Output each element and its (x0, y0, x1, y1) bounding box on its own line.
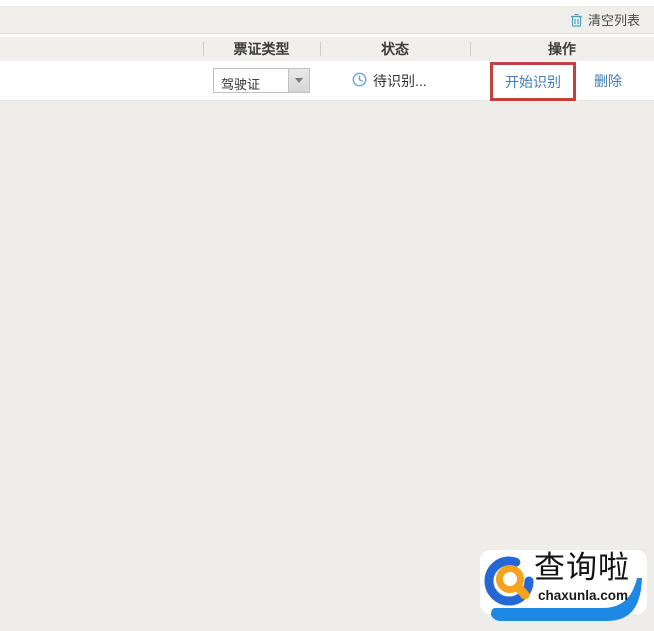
header-label-status: 状态 (381, 41, 409, 57)
status-text: 待识别... (373, 72, 427, 89)
watermark-logo: 查询啦 chaxunla.com (479, 548, 649, 626)
app-window: 清空列表 票证类型 状态 操作 驾驶证 待识别... 开始识别 删除 查询啦 c… (0, 0, 654, 631)
chevron-down-icon (295, 78, 303, 83)
ticket-type-selected-value: 驾驶证 (221, 77, 261, 92)
header-col-actions: 操作 (470, 37, 654, 61)
ticket-type-dropdown[interactable]: 驾驶证 (213, 68, 310, 93)
start-recognition-button[interactable]: 开始识别 (505, 72, 561, 92)
header-label-type: 票证类型 (233, 41, 290, 57)
clear-list-button[interactable]: 清空列表 (570, 10, 640, 29)
toolbar: 清空列表 (0, 6, 654, 34)
empty-list-area: 查询啦 chaxunla.com (0, 101, 654, 631)
column-divider (203, 42, 204, 56)
column-divider (320, 42, 321, 56)
annotation-highlight-box: 开始识别 (490, 62, 576, 101)
header-col-empty (0, 37, 203, 61)
trash-icon (570, 13, 583, 27)
delete-button[interactable]: 删除 (594, 71, 622, 91)
watermark-brand-text: 查询啦 (534, 550, 630, 585)
header-label-actions: 操作 (548, 41, 576, 57)
clock-icon (352, 72, 367, 90)
header-col-status: 状态 (320, 37, 470, 61)
magnifier-logo-icon (484, 556, 534, 606)
table-row: 驾驶证 待识别... 开始识别 删除 (0, 61, 654, 101)
header-col-type: 票证类型 (203, 37, 320, 61)
clear-list-label: 清空列表 (587, 13, 640, 28)
column-divider (470, 42, 471, 56)
table-header: 票证类型 状态 操作 (0, 37, 654, 61)
dropdown-arrow-button[interactable] (288, 69, 309, 92)
status-cell: 待识别... (352, 61, 427, 100)
watermark-domain-text: chaxunla.com (538, 588, 629, 603)
